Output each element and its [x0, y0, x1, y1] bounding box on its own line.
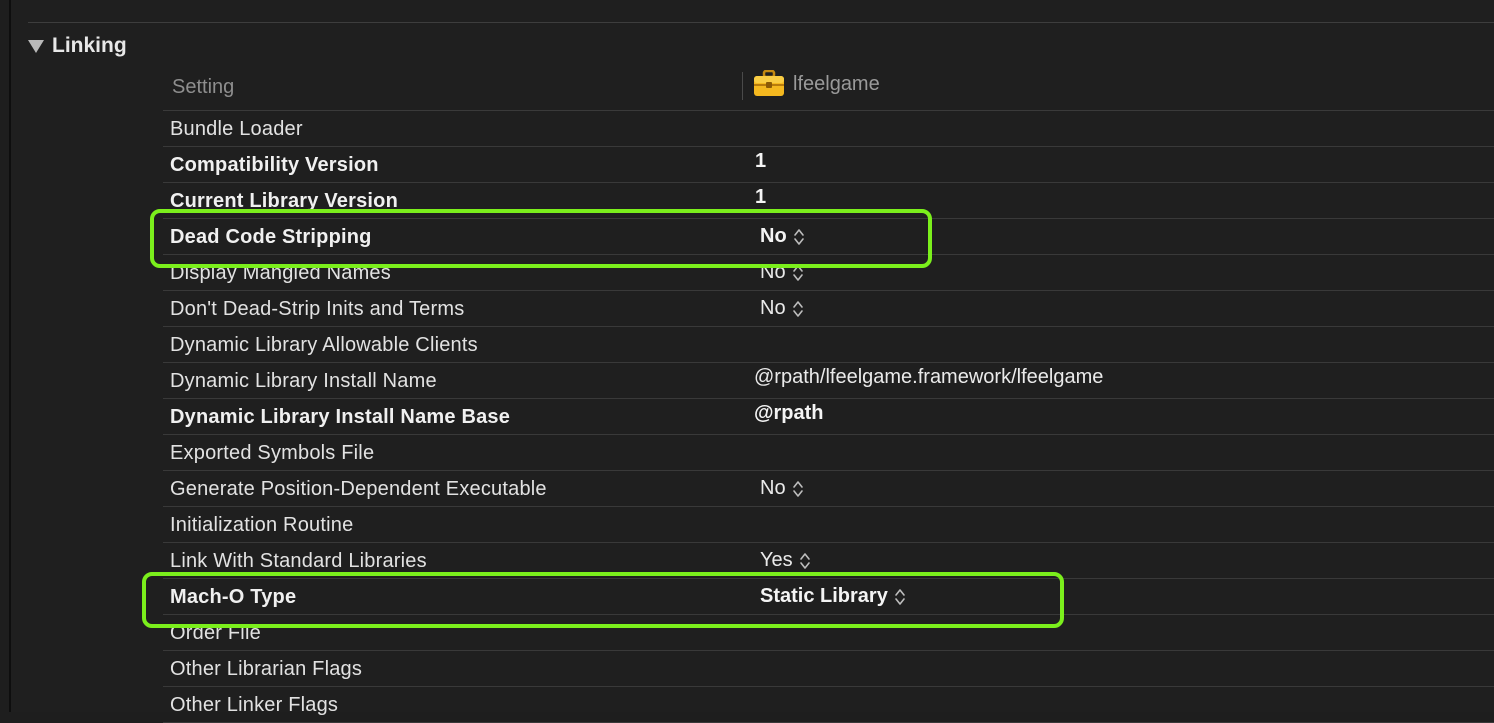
- setting-value-popup[interactable]: No: [760, 477, 804, 500]
- popup-chevrons-icon: [792, 300, 803, 317]
- setting-value[interactable]: @rpath: [754, 402, 824, 425]
- setting-row-dynamic-library-allowable-clients[interactable]: Dynamic Library Allowable Clients: [163, 327, 1494, 363]
- column-header-setting[interactable]: Setting: [172, 76, 234, 99]
- settings-table: Setting lfeelgame Bundle Loader Compatibi…: [163, 68, 1494, 723]
- setting-value-text: @rpath: [754, 402, 824, 424]
- setting-name: Generate Position-Dependent Executable: [170, 478, 547, 500]
- setting-row-link-with-standard-libraries[interactable]: Link With Standard Libraries Yes: [163, 543, 1494, 579]
- popup-chevrons-icon: [792, 480, 803, 497]
- setting-row-current-library-version[interactable]: Current Library Version 1: [163, 183, 1494, 219]
- setting-value-popup[interactable]: Yes: [760, 549, 811, 572]
- toolbox-icon: [754, 70, 784, 96]
- setting-row-don-t-dead-strip-inits-and-terms[interactable]: Don't Dead-Strip Inits and Terms No: [163, 291, 1494, 327]
- setting-value-popup[interactable]: No: [760, 261, 804, 284]
- setting-name: Initialization Routine: [170, 514, 354, 536]
- setting-name: Other Librarian Flags: [170, 658, 363, 680]
- setting-row-dynamic-library-install-name[interactable]: Dynamic Library Install Name @rpath/lfeel…: [163, 363, 1494, 399]
- setting-name: Dynamic Library Install Name: [170, 370, 437, 392]
- setting-row-other-linker-flags[interactable]: Other Linker Flags: [163, 687, 1494, 723]
- popup-chevrons-icon: [895, 588, 905, 605]
- section-title: Linking: [52, 34, 127, 57]
- setting-name: Current Library Version: [170, 190, 398, 212]
- setting-row-order-file[interactable]: Order File: [163, 615, 1494, 651]
- setting-name: Link With Standard Libraries: [170, 550, 427, 572]
- setting-value-popup[interactable]: No: [760, 297, 804, 320]
- setting-value-text: Static Library: [760, 585, 888, 607]
- setting-value-popup[interactable]: No: [760, 225, 805, 248]
- setting-value-text: @rpath/lfeelgame.framework/lfeelgame: [754, 366, 1104, 388]
- setting-row-dead-code-stripping[interactable]: Dead Code Stripping No: [163, 219, 1494, 255]
- setting-value-text: No: [760, 477, 786, 499]
- popup-chevrons-icon: [799, 552, 810, 569]
- setting-value-text: 1: [755, 186, 767, 208]
- setting-name: Display Mangled Names: [170, 262, 391, 284]
- setting-name: Dynamic Library Install Name Base: [170, 406, 511, 428]
- setting-value[interactable]: 1: [755, 150, 766, 173]
- setting-row-display-mangled-names[interactable]: Display Mangled Names No: [163, 255, 1494, 291]
- popup-chevrons-icon: [792, 264, 803, 281]
- setting-name: Order File: [170, 622, 261, 644]
- column-header-target[interactable]: lfeelgame: [753, 70, 880, 98]
- setting-row-mach-o-type[interactable]: Mach-O Type Static Library: [163, 579, 1494, 615]
- setting-name: Mach-O Type: [170, 586, 297, 608]
- target-name: lfeelgame: [793, 72, 880, 95]
- section-divider: [28, 22, 1494, 23]
- setting-name: Bundle Loader: [170, 118, 303, 140]
- setting-row-generate-position-dependent-executable[interactable]: Generate Position-Dependent Executable No: [163, 471, 1494, 507]
- setting-value[interactable]: 1: [755, 186, 766, 209]
- setting-name: Dead Code Stripping: [170, 226, 372, 248]
- setting-name: Don't Dead-Strip Inits and Terms: [170, 298, 465, 320]
- column-separator: [742, 72, 743, 100]
- disclosure-triangle-icon[interactable]: [28, 39, 44, 53]
- setting-row-other-librarian-flags[interactable]: Other Librarian Flags: [163, 651, 1494, 687]
- setting-name: Exported Symbols File: [170, 442, 375, 464]
- setting-row-initialization-routine[interactable]: Initialization Routine: [163, 507, 1494, 543]
- setting-name: Other Linker Flags: [170, 694, 339, 716]
- section-header-linking[interactable]: Linking: [28, 33, 127, 59]
- setting-value-text: No: [760, 261, 786, 283]
- setting-value-text: No: [760, 297, 786, 319]
- setting-value-text: 1: [755, 150, 767, 172]
- setting-name: Compatibility Version: [170, 154, 379, 176]
- setting-value-popup[interactable]: Static Library: [760, 585, 906, 608]
- setting-row-bundle-loader[interactable]: Bundle Loader: [163, 111, 1494, 147]
- setting-value[interactable]: @rpath/lfeelgame.framework/lfeelgame: [754, 366, 1103, 389]
- setting-value-text: No: [760, 225, 787, 247]
- popup-chevrons-icon: [793, 228, 804, 245]
- setting-row-compatibility-version[interactable]: Compatibility Version 1: [163, 147, 1494, 183]
- setting-row-dynamic-library-install-name-base[interactable]: Dynamic Library Install Name Base @rpath: [163, 399, 1494, 435]
- table-header: Setting lfeelgame: [163, 68, 1494, 111]
- setting-row-exported-symbols-file[interactable]: Exported Symbols File: [163, 435, 1494, 471]
- setting-value-text: Yes: [760, 549, 793, 571]
- setting-name: Dynamic Library Allowable Clients: [170, 334, 478, 356]
